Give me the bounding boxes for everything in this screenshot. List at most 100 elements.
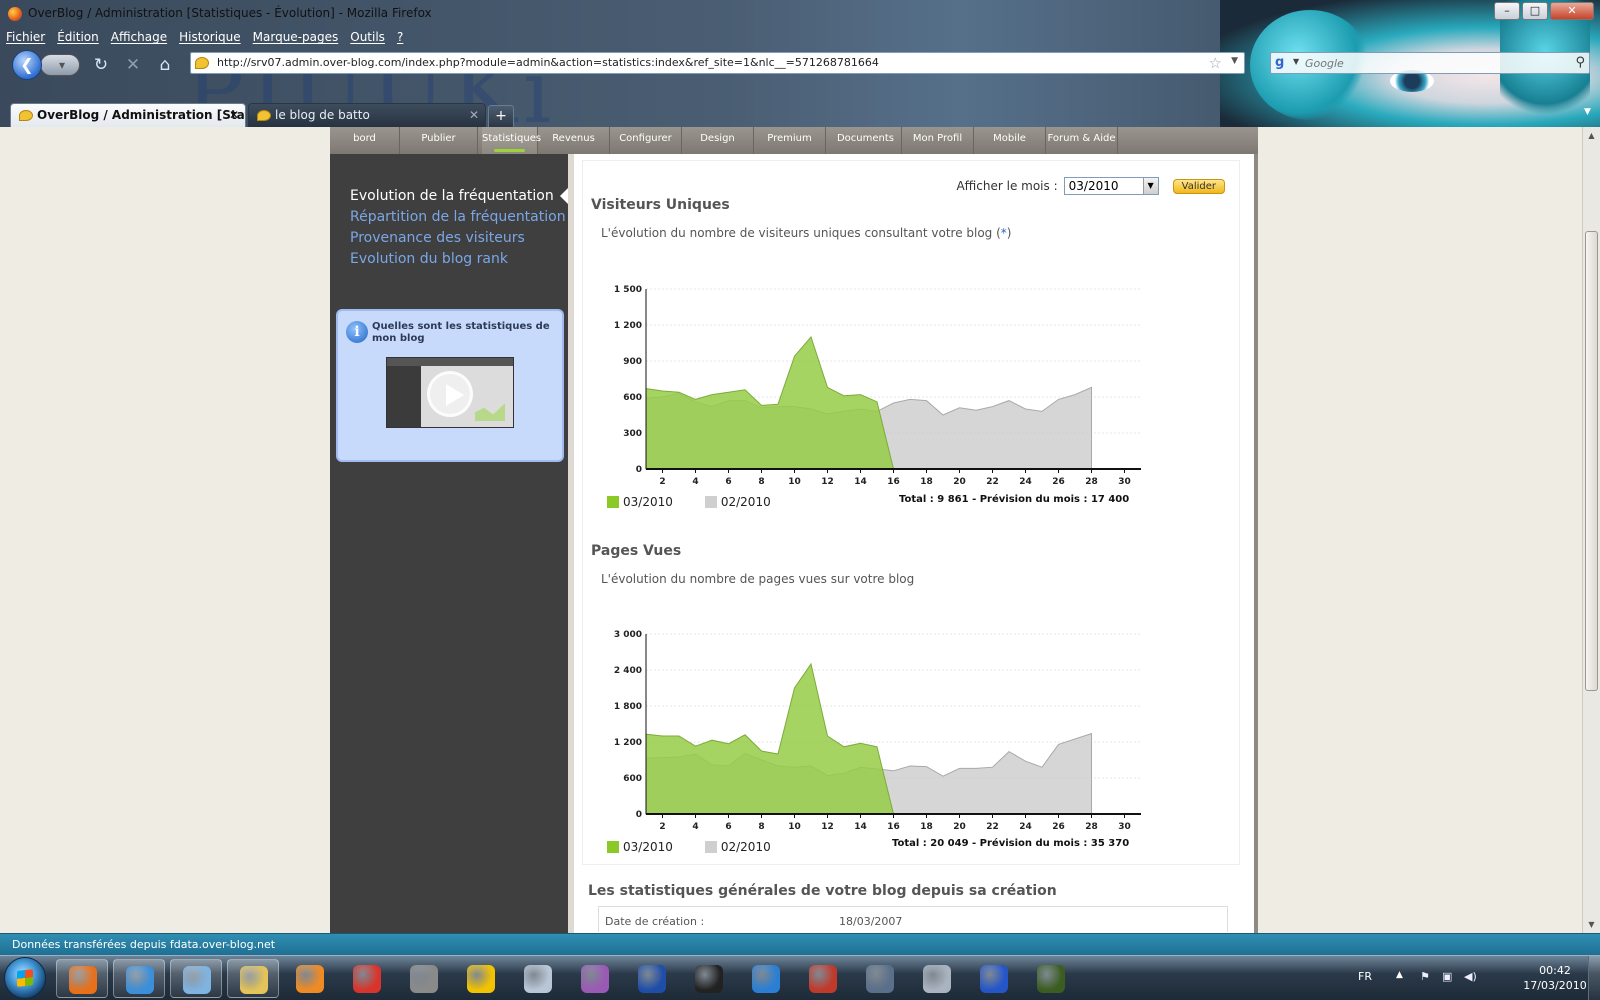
new-tab-button[interactable]: +: [488, 105, 514, 127]
info-icon: i: [346, 321, 368, 343]
sidebar-item-provenance[interactable]: Provenance des visiteurs: [350, 230, 525, 246]
taskbar-button-users[interactable]: [113, 959, 165, 998]
network-icon[interactable]: ▣: [1442, 970, 1456, 984]
x-tick-label: 20: [953, 477, 966, 487]
x-tick-label: 28: [1085, 822, 1098, 832]
play-icon[interactable]: [427, 371, 473, 417]
taskbar-button-speed[interactable]: [854, 959, 906, 998]
taskbar-button-robot[interactable]: [512, 959, 564, 998]
taskbar-button-pinwheel[interactable]: [569, 959, 621, 998]
back-button[interactable]: ❮: [12, 50, 42, 80]
reload-icon[interactable]: ↻: [90, 55, 112, 75]
flag-icon[interactable]: ⚑: [1420, 970, 1434, 984]
nav-tab-configurer[interactable]: Configurer: [610, 127, 682, 154]
forward-button[interactable]: ▾: [40, 54, 80, 76]
google-icon[interactable]: g: [1275, 55, 1291, 71]
nav-tab-statistiques[interactable]: Statistiques: [482, 127, 541, 154]
nav-tab-design[interactable]: Design: [682, 127, 754, 154]
search-icon[interactable]: ⚲: [1575, 55, 1585, 70]
menu-marque-pages[interactable]: Marque-pages: [253, 28, 339, 48]
taskbar-button-sync[interactable]: [740, 959, 792, 998]
menu-bar: Fichier Édition Affichage Historique Mar…: [6, 28, 403, 48]
help-video-thumbnail[interactable]: [386, 357, 514, 428]
taskbar-button-game-cover[interactable]: [1025, 959, 1077, 998]
flash-icon: [353, 965, 381, 993]
sidebar-item-repartition[interactable]: Répartition de la fréquentation: [350, 209, 566, 225]
menu-aide[interactable]: ?: [397, 28, 403, 48]
menu-edition[interactable]: Édition: [57, 28, 99, 48]
visitors-chart: 0 300 600 900 1 200 1 500 2 4 6 8 10 12 14 16 18 20 22 24…: [591, 271, 1191, 511]
start-button[interactable]: [4, 957, 46, 999]
scroll-thumb[interactable]: [1585, 231, 1598, 691]
taskbar-button-steam[interactable]: [683, 959, 735, 998]
speed-icon: [866, 965, 894, 993]
taskbar-button-flame[interactable]: [626, 959, 678, 998]
y-tick-label: 0: [636, 465, 642, 475]
firefox-icon: [69, 966, 97, 994]
url-text[interactable]: http://srv07.admin.over-blog.com/index.p…: [217, 56, 879, 69]
sidebar-item-evolution[interactable]: Evolution de la fréquentation: [350, 188, 554, 204]
steam-icon: [695, 965, 723, 993]
search-engine-dropdown-icon[interactable]: ▼: [1293, 57, 1299, 66]
vertical-scrollbar[interactable]: ▲ ▼: [1582, 127, 1600, 933]
sidebar-item-blog-rank[interactable]: Evolution du blog rank: [350, 251, 508, 267]
scroll-down-icon[interactable]: ▼: [1583, 916, 1600, 933]
valider-button[interactable]: Valider: [1172, 178, 1225, 194]
x-tick-label: 12: [821, 477, 834, 487]
month-select[interactable]: 03/2010 ▼: [1063, 177, 1159, 195]
url-bar[interactable]: http://srv07.admin.over-blog.com/index.p…: [190, 52, 1245, 74]
taskbar-button-film[interactable]: [398, 959, 450, 998]
taskbar-button-presentation[interactable]: [170, 959, 222, 998]
menu-outils[interactable]: Outils: [350, 28, 385, 48]
language-indicator[interactable]: FR: [1358, 970, 1372, 983]
taskbar-button-media-player[interactable]: [284, 959, 336, 998]
tab-blog-batto[interactable]: le blog de batto ✕: [248, 103, 486, 127]
nav-tab-mobile[interactable]: Mobile: [974, 127, 1046, 154]
search-input[interactable]: [1305, 55, 1555, 72]
taskbar-button-flash[interactable]: [341, 959, 393, 998]
show-desktop-button[interactable]: [1588, 956, 1600, 1000]
minimize-button[interactable]: –: [1494, 2, 1520, 20]
search-bar[interactable]: g ▼ ⚲: [1270, 52, 1590, 74]
close-tab-icon[interactable]: ✕: [229, 108, 239, 122]
tab-list-arrow-icon[interactable]: ▼: [1584, 107, 1596, 125]
nav-tab-documents[interactable]: Documents: [830, 127, 902, 154]
nav-tab-revenus[interactable]: Revenus: [538, 127, 610, 154]
gamepad-icon: [923, 965, 951, 993]
stop-icon[interactable]: ✕: [122, 55, 144, 75]
nav-tab-mon-profil[interactable]: Mon Profil: [902, 127, 974, 154]
taskbar-button-firefox[interactable]: [56, 959, 108, 998]
menu-historique[interactable]: Historique: [179, 28, 241, 48]
nav-tab-premium[interactable]: Premium: [754, 127, 826, 154]
flame-icon: [638, 965, 666, 993]
x-tick-label: 4: [692, 822, 698, 832]
taskbar-button-card[interactable]: [797, 959, 849, 998]
nav-tab-publier[interactable]: Publier: [400, 127, 478, 154]
y-tick-label: 1 800: [614, 702, 642, 712]
bookmark-star-icon[interactable]: ☆: [1209, 54, 1222, 72]
clock[interactable]: 00:42 17/03/2010: [1520, 963, 1590, 993]
taskbar-button-folder[interactable]: [227, 959, 279, 998]
chevron-down-icon[interactable]: ▼: [1142, 178, 1158, 194]
taskbar: FR ▲ ⚑ ▣ ◀) 00:42 17/03/2010: [0, 955, 1600, 1000]
volume-icon[interactable]: ◀): [1464, 970, 1478, 984]
taskbar-button-sonic[interactable]: [968, 959, 1020, 998]
nav-tab-bord[interactable]: bord: [330, 127, 400, 154]
tab-favicon-icon: [257, 110, 271, 121]
close-window-button[interactable]: ✕: [1550, 2, 1594, 20]
maximize-button[interactable]: □: [1522, 2, 1548, 20]
x-tick-label: 30: [1118, 822, 1131, 832]
tab-overblog-admin[interactable]: OverBlog / Administration [Statis... ✕: [10, 103, 246, 127]
x-tick-label: 6: [725, 477, 731, 487]
menu-affichage[interactable]: Affichage: [111, 28, 167, 48]
url-dropdown-icon[interactable]: ▼: [1231, 56, 1238, 66]
menu-fichier[interactable]: Fichier: [6, 28, 45, 48]
close-tab-icon[interactable]: ✕: [469, 108, 479, 122]
y-tick-label: 300: [623, 429, 642, 439]
scroll-up-icon[interactable]: ▲: [1583, 127, 1600, 144]
nav-tab-forum-aide[interactable]: Forum & Aide: [1046, 127, 1118, 154]
home-icon[interactable]: ⌂: [154, 55, 176, 75]
taskbar-button-gamepad[interactable]: [911, 959, 963, 998]
taskbar-button-game-2[interactable]: [455, 959, 507, 998]
show-hidden-icons[interactable]: ▲: [1396, 970, 1403, 980]
